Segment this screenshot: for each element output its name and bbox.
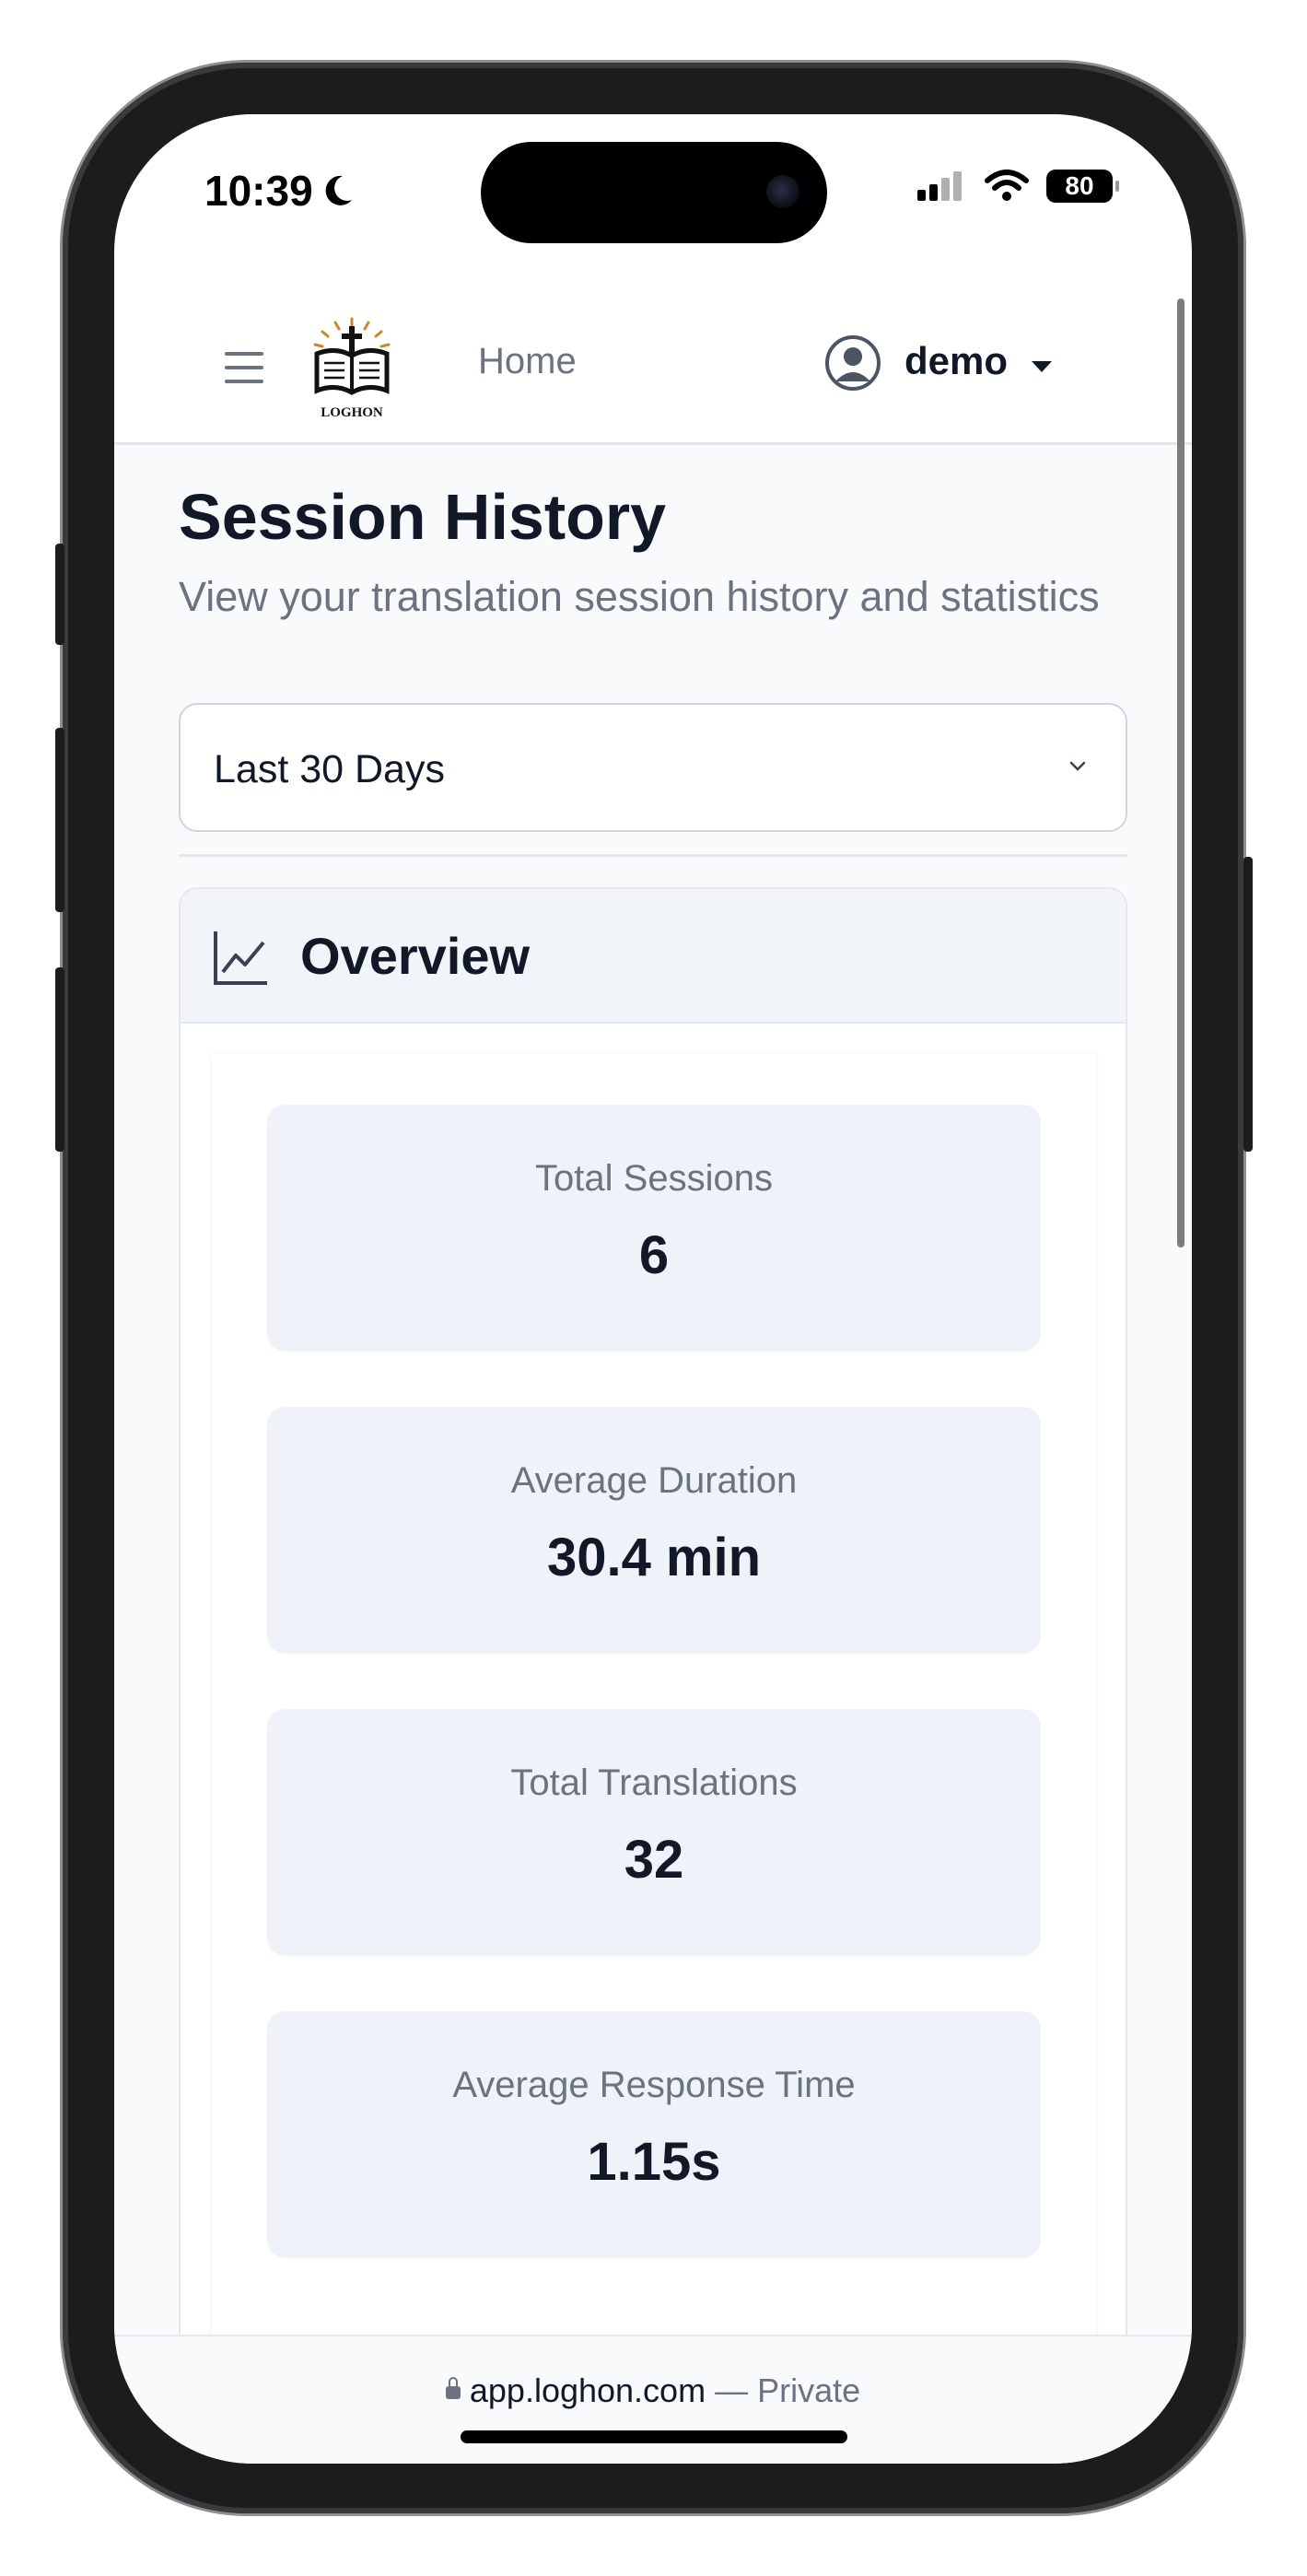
logo-text: LOGHON (321, 405, 383, 420)
stat-value: 32 (624, 1830, 684, 1890)
battery-indicator: 80 (1046, 170, 1119, 203)
power-button (1243, 857, 1253, 1152)
browser-address-bar[interactable]: app.loghon.com — Private (114, 2335, 1192, 2464)
phone-screen: 10:39 80 LOGHON Home demo Session Histor… (114, 114, 1192, 2464)
overview-header: Overview (181, 889, 1126, 1024)
user-avatar-icon[interactable] (823, 334, 882, 392)
dynamic-island (481, 142, 827, 243)
stat-value: 30.4 min (546, 1528, 762, 1587)
lock-icon (445, 2377, 461, 2400)
overview-stats: Total Sessions 6 Average Duration 30.4 m… (212, 1053, 1096, 2343)
overview-title: Overview (300, 927, 531, 985)
section-divider (179, 854, 1127, 857)
username-label[interactable]: demo (904, 339, 1008, 383)
overview-card: Overview Total Sessions 6 Average Durati… (179, 887, 1127, 2361)
volume-down-button (55, 967, 64, 1152)
clock-label: 10:39 (204, 167, 313, 215)
stat-total-sessions: Total Sessions 6 (267, 1105, 1041, 1352)
action-button (55, 544, 64, 645)
page-scrollbar[interactable] (1177, 299, 1184, 1247)
camera-icon (766, 175, 799, 208)
status-icons: 80 (916, 170, 1119, 203)
moon-icon (325, 175, 352, 205)
stat-label: Total Translations (510, 1762, 798, 1803)
stat-label: Total Sessions (535, 1158, 773, 1199)
url-text: app.loghon.com (469, 2371, 706, 2409)
home-indicator[interactable] (461, 2430, 847, 2443)
stat-total-translations: Total Translations 32 (267, 1709, 1041, 1956)
date-range-value: Last 30 Days (214, 747, 445, 791)
main-content: Session History View your translation se… (114, 445, 1192, 2361)
nav-home-link[interactable]: Home (478, 341, 577, 382)
loghon-logo[interactable]: LOGHON (308, 313, 396, 422)
stat-label: Average Response Time (452, 2065, 856, 2105)
hamburger-menu-icon[interactable] (225, 352, 263, 383)
date-range-select[interactable]: Last 30 Days (179, 703, 1127, 832)
status-time: 10:39 (204, 166, 356, 216)
stat-average-response-time: Average Response Time 1.15s (267, 2011, 1041, 2258)
line-chart-icon (214, 931, 267, 985)
chevron-down-icon (1069, 761, 1086, 771)
stat-average-duration: Average Duration 30.4 min (267, 1407, 1041, 1654)
url-display[interactable]: app.loghon.com — Private (114, 2371, 1192, 2410)
stat-label: Average Duration (510, 1460, 798, 1501)
stat-value: 1.15s (587, 2132, 721, 2192)
page-title: Session History (179, 481, 667, 553)
private-mode-label: — Private (715, 2371, 861, 2409)
stat-value: 6 (638, 1225, 670, 1285)
volume-up-button (55, 728, 64, 912)
page-subtitle: View your translation session history an… (179, 573, 1100, 620)
top-navbar: LOGHON Home demo (114, 295, 1192, 445)
user-menu-chevron-down-icon[interactable] (1032, 361, 1052, 372)
cellular-signal-icon (917, 171, 962, 201)
wifi-icon (985, 170, 1029, 201)
